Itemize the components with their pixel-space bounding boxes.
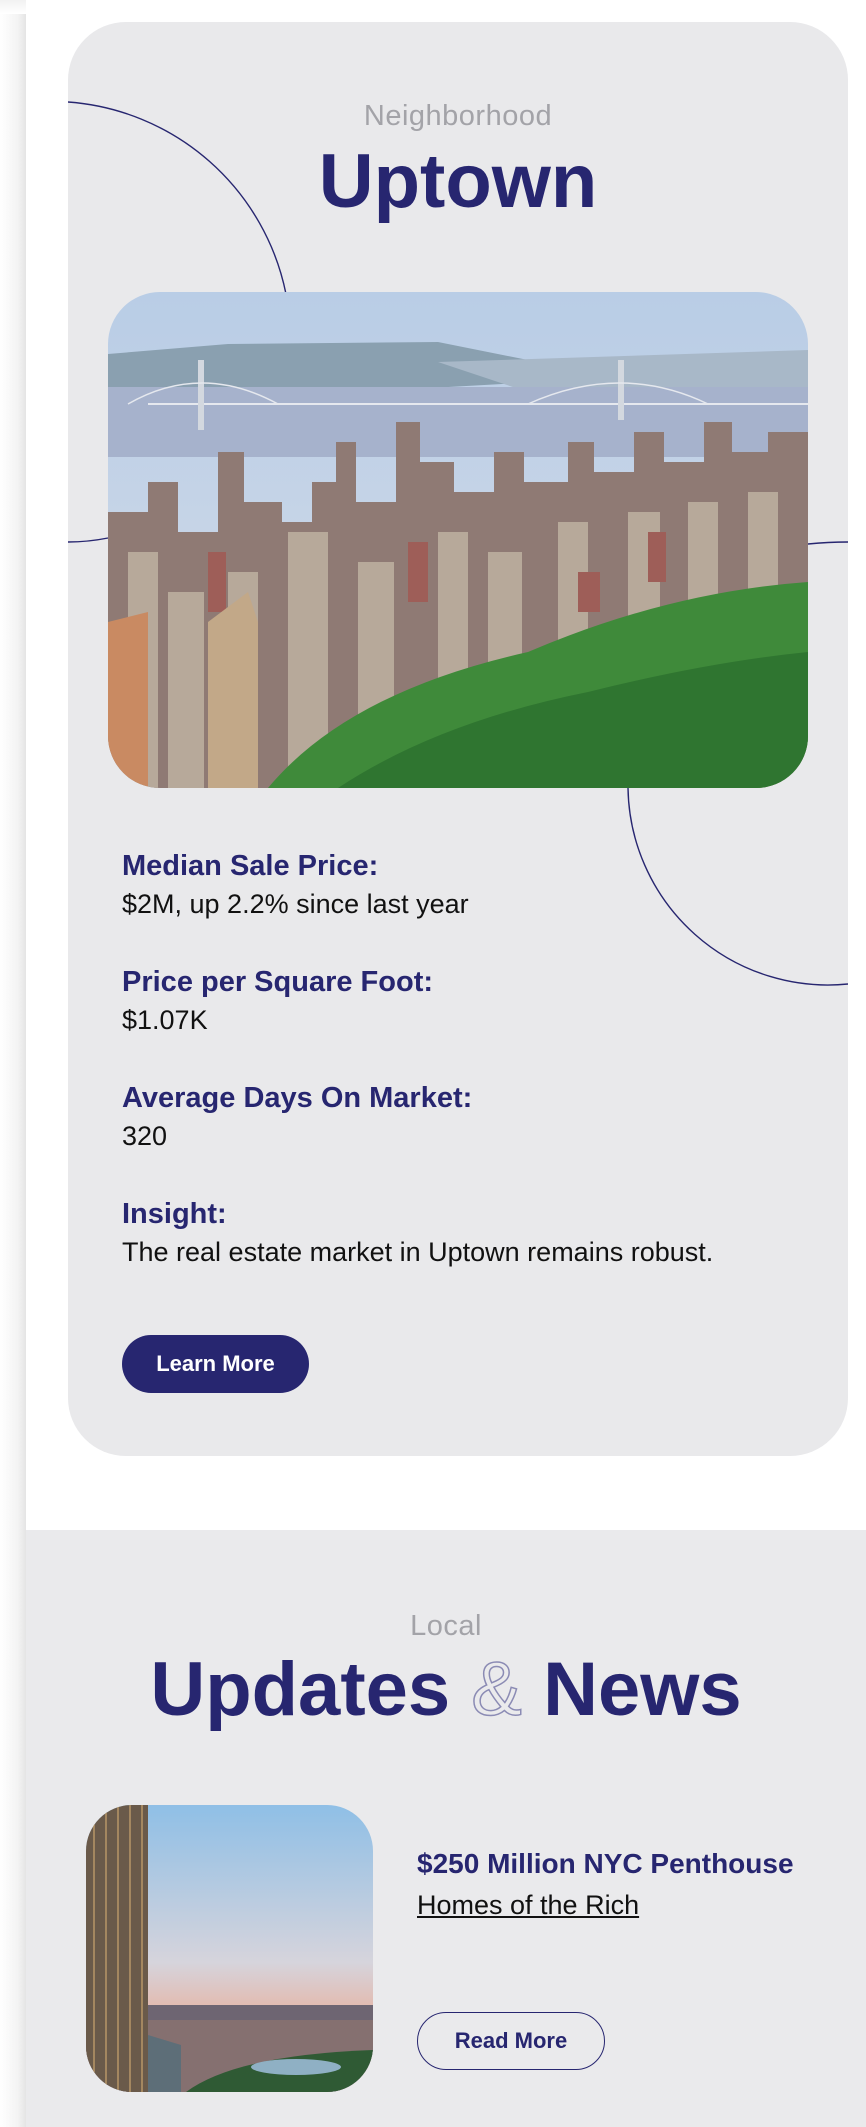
news-title-left: Updates — [150, 1647, 451, 1732]
stat-label: Insight: — [122, 1198, 227, 1230]
neighborhood-kicker: Neighborhood — [363, 100, 553, 132]
news-title: Updates & News — [26, 1647, 866, 1732]
read-more-button[interactable]: Read More — [417, 2012, 605, 2070]
stat-label: Median Sale Price: — [122, 850, 379, 882]
stat-median-sale-price: Median Sale Price: $2M, up 2.2% since la… — [122, 848, 812, 924]
page: Neighborhood Uptown Median Sale Price: $… — [26, 0, 866, 2127]
news-kicker: Local — [410, 1610, 482, 1642]
news-section: Local Updates & News $250 Million NYC Pe… — [26, 1530, 866, 2127]
article-category-link[interactable]: Homes of the Rich — [417, 1890, 639, 1921]
article-title[interactable]: $250 Million NYC Penthouse — [417, 1848, 857, 1880]
stat-label: Average Days On Market: — [122, 1082, 473, 1114]
penthouse-view-photo[interactable] — [86, 1805, 373, 2092]
stat-value: $1.07K — [122, 1005, 208, 1035]
neighborhood-card: Neighborhood Uptown Median Sale Price: $… — [68, 22, 848, 1456]
stat-value: The real estate market in Uptown remains… — [122, 1237, 714, 1267]
stat-value: $2M, up 2.2% since last year — [122, 889, 469, 919]
stat-average-days-on-market: Average Days On Market: 320 — [122, 1080, 812, 1156]
learn-more-button[interactable]: Learn More — [122, 1335, 309, 1393]
stat-label: Price per Square Foot: — [122, 966, 434, 998]
city-skyline-photo — [108, 292, 808, 788]
stat-value: 320 — [122, 1121, 168, 1151]
page-shadow — [0, 0, 26, 2127]
stat-price-per-square-foot: Price per Square Foot: $1.07K — [122, 964, 812, 1040]
news-title-amp: & — [471, 1647, 523, 1732]
stat-insight: Insight: The real estate market in Uptow… — [122, 1196, 812, 1272]
neighborhood-title: Uptown — [318, 139, 598, 224]
news-title-right: News — [543, 1647, 742, 1732]
